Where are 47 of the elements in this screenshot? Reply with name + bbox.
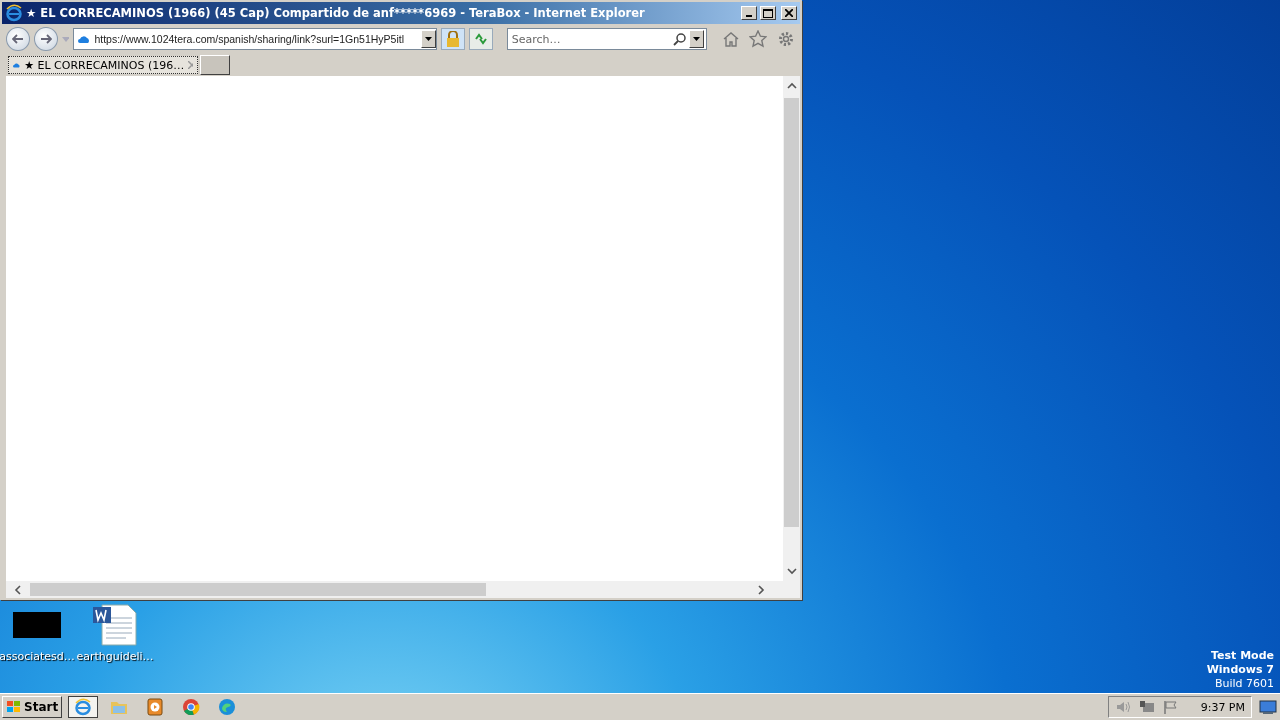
minimize-button[interactable] — [741, 6, 757, 20]
network-icon[interactable] — [1138, 700, 1155, 714]
padlock-icon — [446, 31, 461, 47]
browser-tab[interactable]: ★ EL CORRECAMINOS (196… — [8, 56, 198, 74]
test-mode-text: Windows 7 — [1206, 663, 1274, 677]
word-document-icon — [92, 604, 138, 646]
address-field[interactable]: https://www.1024tera.com/spanish/sharing/link?surl=1Gn51HyP5itl — [73, 28, 438, 50]
caret-icon — [692, 37, 700, 41]
close-button[interactable] — [781, 6, 797, 20]
taskbar-app-button[interactable] — [68, 696, 99, 718]
cloud-icon — [78, 34, 91, 44]
cloud-icon — [13, 60, 21, 70]
clock[interactable]: 9:37 PM — [1200, 700, 1245, 714]
scroll-left-icon[interactable] — [12, 583, 24, 596]
test-mode-text: Test Mode — [1211, 649, 1274, 663]
refresh-button[interactable] — [468, 28, 493, 50]
ie-icon — [74, 698, 93, 716]
file-thumbnail-icon — [13, 612, 61, 638]
forward-arrow-icon — [39, 34, 52, 44]
settings-button[interactable] — [776, 29, 796, 49]
search-field[interactable]: Search… — [506, 28, 671, 50]
show-desktop-button[interactable] — [1258, 697, 1278, 717]
address-dropdown-button[interactable] — [421, 30, 437, 48]
maximize-button[interactable] — [760, 6, 776, 20]
media-player-icon — [147, 698, 164, 716]
search-icon — [672, 32, 687, 46]
test-mode-text: Build 7601 — [1214, 677, 1274, 691]
folder-icon — [110, 699, 129, 715]
chrome-icon — [182, 698, 201, 716]
back-arrow-icon — [11, 34, 24, 44]
caret-icon — [425, 37, 433, 41]
new-tab-button[interactable] — [200, 55, 230, 75]
vertical-scrollbar[interactable] — [783, 76, 800, 581]
close-icon — [785, 9, 793, 17]
start-button[interactable]: Start — [2, 696, 63, 718]
back-button[interactable] — [6, 27, 30, 51]
forward-button[interactable] — [33, 27, 58, 51]
maximize-icon — [763, 8, 773, 18]
monitor-icon — [1259, 700, 1277, 714]
windows-logo-icon — [6, 700, 22, 714]
scroll-right-icon[interactable] — [755, 583, 767, 596]
favorites-button[interactable] — [748, 29, 769, 49]
flag-icon[interactable] — [1162, 700, 1179, 714]
window-title: ★ EL CORRECAMINOS (1966) (45 Cap) Compartido de anf*****6969 - TeraBox - Internet Explorer — [26, 6, 646, 20]
horizontal-scrollbar[interactable] — [6, 581, 783, 598]
edge-icon — [218, 698, 237, 716]
ie-icon — [5, 4, 23, 22]
